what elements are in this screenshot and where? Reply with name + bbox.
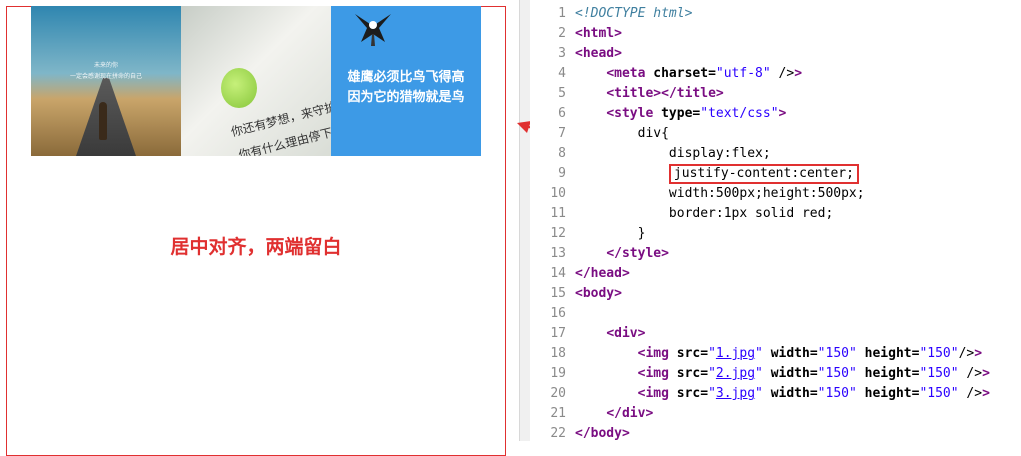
line-number: 13: [550, 246, 566, 261]
line-number: 17: [550, 326, 566, 341]
img-1-end: />: [958, 346, 975, 361]
code-line-6: <style type="text/css">: [606, 106, 787, 121]
eagle-icon: [355, 14, 391, 46]
line-number: 22: [550, 426, 566, 441]
html-open-tag: html: [582, 26, 615, 41]
line-number: 14: [550, 266, 566, 281]
code-line-5: <title></title>: [606, 86, 724, 101]
annotation-caption: 居中对齐，两端留白: [170, 236, 342, 258]
img-2-end: />: [958, 366, 983, 381]
code-line-2: <html>: [575, 26, 622, 41]
line-number: 7: [558, 126, 566, 141]
img-3-width: "150": [817, 386, 857, 401]
img-2-width: "150": [817, 366, 857, 381]
code-line-22: </body>: [575, 426, 630, 441]
line-number: 8: [558, 146, 566, 161]
title-close-tag: /title: [668, 86, 716, 101]
div-open-tag: div: [614, 326, 638, 341]
line-number: 9: [558, 166, 566, 181]
code-line-7: div{: [575, 124, 990, 144]
img-1-src[interactable]: 1.jpg: [716, 346, 755, 361]
line-number: 6: [558, 106, 566, 121]
css-display: display:flex;: [668, 146, 771, 161]
code-editor[interactable]: 1 2 3 4 5 6 7 8 9 10 11 12 13 14 15 16 17 18 19 20 21 22 <!DO…: [530, 0, 1021, 441]
line-number: 10: [550, 186, 566, 201]
code-line-21: </div>: [606, 406, 654, 421]
code-line-11: border:1px solid red;: [575, 204, 990, 224]
img-2-src[interactable]: 2.jpg: [716, 366, 755, 381]
css-close-brace: }: [637, 226, 646, 241]
code-line-12: }: [575, 224, 990, 244]
css-selector: div{: [637, 126, 669, 141]
code-line-10: width:500px;height:500px;: [575, 184, 990, 204]
highlighted-justify-content: justify-content:center;: [668, 164, 859, 184]
line-number: 18: [550, 346, 566, 361]
head-open-tag: head: [582, 46, 615, 61]
leaf-graphic: [221, 68, 257, 108]
line-number: 5: [558, 86, 566, 101]
line-number: 20: [550, 386, 566, 401]
title-open-tag: title: [614, 86, 654, 101]
walker-silhouette: [99, 102, 107, 140]
head-close-tag: /head: [582, 266, 622, 281]
meta-value: "utf-8": [715, 66, 771, 81]
line-number: 19: [550, 366, 566, 381]
browser-preview-pane: 未来的你 一定会感谢现在拼命的自己 你还有梦想，来守护你的梦 你有什么理由停下脚…: [0, 0, 515, 456]
line-number-gutter: 1 2 3 4 5 6 7 8 9 10 11 12 13 14 15 16 17 18 19 20 21 22: [530, 4, 566, 444]
code-line-14: </head>: [575, 266, 630, 281]
code-line-1: <!DOCTYPE html>: [575, 4, 990, 24]
code-line-19: <img src="2.jpg" width="150" height="150…: [637, 366, 990, 381]
image-1-text-line-1: 未来的你: [93, 62, 118, 69]
code-line-18: <img src="1.jpg" width="150" height="150…: [637, 346, 983, 361]
style-open-tag: style: [614, 106, 654, 121]
css-size: width:500px;height:500px;: [668, 186, 865, 201]
img-1-height: "150": [919, 346, 959, 361]
line-number: 4: [558, 66, 566, 81]
code-line-17: <div>: [606, 326, 646, 341]
line-number: 16: [550, 306, 566, 321]
line-number: 2: [558, 26, 566, 41]
img-1-width: "150": [817, 346, 857, 361]
div-close-tag: /div: [614, 406, 646, 421]
style-type-value: "text/css": [700, 106, 779, 121]
code-area[interactable]: <!DOCTYPE html> <html> <head> <meta char…: [575, 4, 990, 444]
pane-divider[interactable]: [519, 0, 530, 441]
img-2-height: "150": [919, 366, 959, 381]
code-line-20: <img src="3.jpg" width="150" height="150…: [637, 386, 990, 401]
code-line-3: <head>: [575, 46, 622, 61]
body-close-tag: /body: [582, 426, 622, 441]
code-line-15: <body>: [575, 286, 622, 301]
image-2: 你还有梦想，来守护你的梦 你有什么理由停下脚步: [181, 6, 331, 156]
image-3-text-line-2: 因为它的猎物就是鸟: [347, 90, 465, 105]
img-3-end: />: [958, 386, 983, 401]
line-number: 1: [558, 6, 566, 21]
image-3-text-line-1: 雄鹰必须比鸟飞得高: [347, 70, 465, 85]
code-line-9: justify-content:center;: [575, 164, 990, 184]
doctype-token: <!DOCTYPE html>: [575, 6, 693, 21]
image-1-text-line-2: 一定会感谢现在拼命的自己: [69, 73, 142, 80]
line-number: 21: [550, 406, 566, 421]
code-line-4: <meta charset="utf-8" />>: [606, 66, 803, 81]
style-close-tag: /style: [614, 246, 662, 261]
line-number: 15: [550, 286, 566, 301]
code-line-8: display:flex;: [575, 144, 990, 164]
image-3: 雄鹰必须比鸟飞得高 因为它的猎物就是鸟: [331, 6, 481, 156]
style-attr: type=: [661, 106, 701, 121]
img-3-src[interactable]: 3.jpg: [716, 386, 755, 401]
css-border: border:1px solid red;: [668, 206, 834, 221]
code-line-13: </style>: [606, 246, 669, 261]
line-number: 3: [558, 46, 566, 61]
meta-attr: charset=: [653, 66, 716, 81]
line-number: 12: [550, 226, 566, 241]
image-1: 未来的你 一定会感谢现在拼命的自己: [31, 6, 181, 156]
line-number: 11: [550, 206, 566, 221]
meta-close: />: [770, 66, 795, 81]
meta-tag: meta: [614, 66, 646, 81]
body-open-tag: body: [582, 286, 615, 301]
img-3-height: "150": [919, 386, 959, 401]
